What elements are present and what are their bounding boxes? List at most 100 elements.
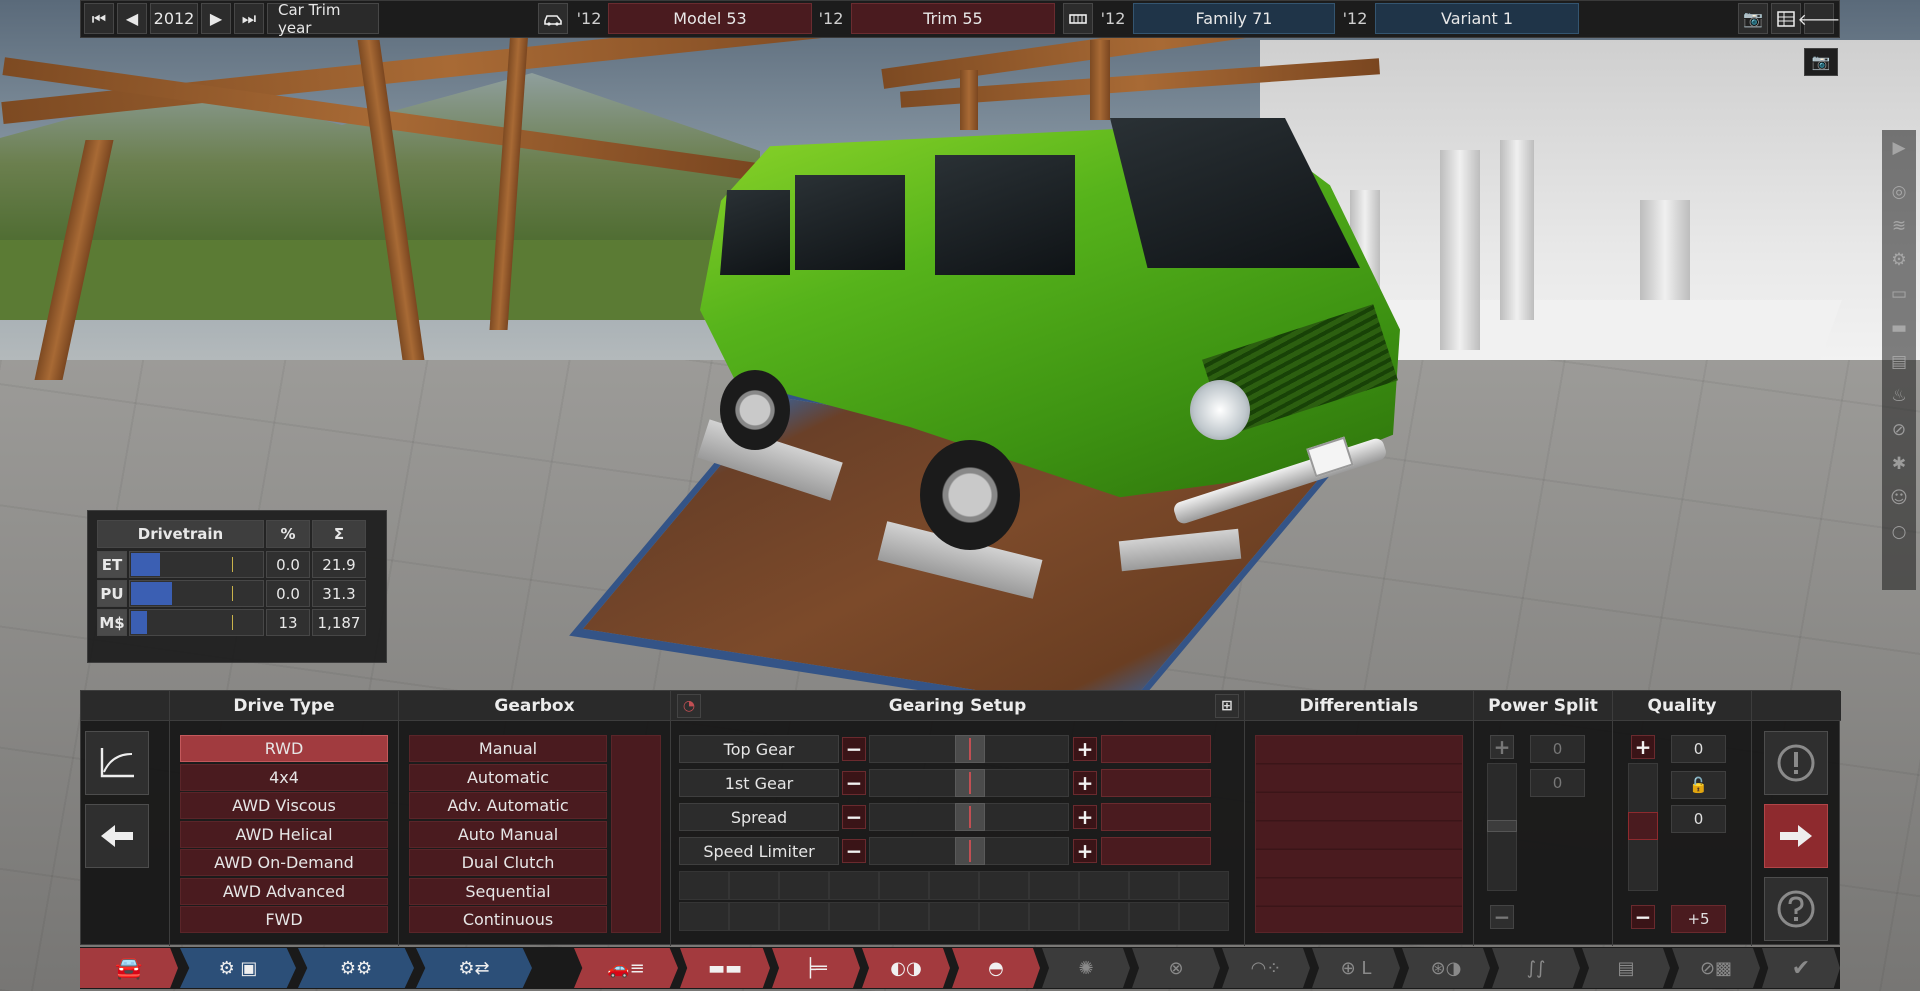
slider-handle[interactable] [955,837,985,865]
back-button[interactable]: 🡐 [1798,3,1840,34]
tab-testing[interactable]: ⊘▩ [1672,948,1760,988]
gearbox-title: Gearbox [399,691,670,721]
power-split-increase[interactable]: + [1490,735,1514,759]
slider-handle[interactable] [955,803,985,831]
settings-icon[interactable]: ✱ [1885,450,1913,478]
play-icon[interactable]: ▶ [1885,134,1913,162]
gauge-toggle-button[interactable]: ◔ [677,694,701,718]
decrease-button[interactable]: − [842,805,866,829]
slider-handle[interactable] [955,769,985,797]
tab-assists[interactable]: ⊛◑ [1402,948,1490,988]
first-year-button[interactable]: ⏮ [84,3,114,34]
next-step-button[interactable] [1764,804,1828,868]
decrease-button[interactable]: − [842,737,866,761]
next-year-button[interactable]: ▶ [201,3,231,34]
family-selector[interactable]: Family 71 [1133,3,1335,34]
tab-body-style[interactable]: ◐◑ [862,948,950,988]
gearbox-option[interactable]: Auto Manual [409,821,607,848]
gearbox-option[interactable]: Dual Clutch [409,849,607,876]
car-model-button[interactable] [538,3,568,34]
quality-increase[interactable]: + [1631,735,1655,759]
tab-brakes[interactable]: ⊗ [1132,948,1220,988]
slider-handle[interactable] [1628,812,1658,840]
tab-chassis[interactable]: ▬▬ [680,948,770,988]
photo-mode-button[interactable]: 📷 [1804,48,1838,76]
skip-forward-icon: ⏭ [241,8,257,28]
no-icon[interactable]: ⊘ [1885,416,1913,444]
chassis-icon[interactable]: ▭ [1885,280,1913,308]
model-selector[interactable]: Model 53 [608,3,812,34]
gearing-row-label: Speed Limiter [679,837,839,865]
graph-button[interactable] [85,731,149,795]
gear-ratio-cell [729,871,779,900]
wheel-icon[interactable]: ◎ [1885,178,1913,206]
prev-year-button[interactable]: ◀ [117,3,147,34]
warning-button[interactable] [1764,731,1828,795]
drive-type-option[interactable]: AWD On-Demand [180,849,388,876]
circle-icon[interactable]: ○ [1885,518,1913,546]
first-gear-slider[interactable] [869,769,1069,797]
power-split-slider[interactable] [1487,763,1517,891]
tab-fuel[interactable]: ∫∫ [1492,948,1580,988]
slider-handle[interactable] [955,735,985,763]
speed-limiter-value [1101,837,1211,865]
spread-slider[interactable] [869,803,1069,831]
increase-button[interactable]: + [1073,737,1097,761]
tab-finish[interactable]: ✔ [1762,948,1840,988]
previous-step-button[interactable] [85,804,149,868]
tab-engine-family[interactable]: ⚙ ▣ [180,948,296,988]
slider-handle[interactable] [1487,820,1517,832]
seat-icon[interactable]: ♨ [1885,382,1913,410]
drive-type-option[interactable]: AWD Viscous [180,792,388,819]
speed-limiter-slider[interactable] [869,837,1069,865]
spreadsheet-button[interactable] [1771,3,1801,34]
decrease-button[interactable]: − [842,771,866,795]
tab-wheels[interactable]: ✺ [1042,948,1130,988]
gearbox-option[interactable]: Automatic [409,764,607,791]
spring-icon[interactable]: ≋ [1885,212,1913,240]
tab-interior[interactable]: ⊕ L [1312,948,1400,988]
drive-type-option[interactable]: RWD [180,735,388,762]
gear-ratio-button[interactable]: ⊞ [1215,694,1239,718]
tab-drivetrain[interactable]: 🚗≡ [574,948,678,988]
screenshot-button[interactable]: 📷 [1738,3,1768,34]
decrease-button[interactable]: − [842,839,866,863]
gear-half-icon: ◓ [988,957,1004,979]
help-button[interactable] [1764,877,1828,941]
variant-selector[interactable]: Variant 1 [1375,3,1579,34]
drive-type-option[interactable]: 4x4 [180,764,388,791]
tab-stats[interactable]: ▤ [1582,948,1670,988]
increase-button[interactable]: + [1073,839,1097,863]
gearbox-option[interactable]: Manual [409,735,607,762]
engine-family-button[interactable] [1063,3,1093,34]
drive-type-option[interactable]: FWD [180,906,388,933]
increase-button[interactable]: + [1073,805,1097,829]
tab-fixtures[interactable]: ◓ [952,948,1040,988]
person-icon[interactable]: ☺ [1885,484,1913,512]
last-year-button[interactable]: ⏭ [234,3,264,34]
drive-type-option[interactable]: AWD Advanced [180,878,388,905]
designer-stage-nav: 🚘 ⚙ ▣ ⚙⚙ ⚙⇄ 🚗≡ ▬▬ ╞═ ◐◑ ◓ ✺ ⊗ ◠⁘ ⊕ L ⊛◑ … [80,947,1840,989]
right-controls [1752,691,1841,946]
tab-engine-tuning[interactable]: ⚙⇄ [416,948,532,988]
quality-lock-button[interactable]: 🔓 [1671,771,1726,799]
top-gear-slider[interactable] [869,735,1069,763]
quality-decrease[interactable]: − [1631,905,1655,929]
power-split-decrease[interactable]: − [1490,905,1514,929]
gearbox-option[interactable]: Sequential [409,878,607,905]
gear-ratio-cell [1129,871,1179,900]
stats-pct: 0.0 [266,580,310,607]
tab-aero[interactable]: ◠⁘ [1222,948,1310,988]
gearbox-option[interactable]: Continuous [409,906,607,933]
tab-engine-parts[interactable]: ⚙⚙ [298,948,414,988]
drive-type-option[interactable]: AWD Helical [180,821,388,848]
quality-slider[interactable] [1628,763,1658,891]
engine-icon[interactable]: ▤ [1885,348,1913,376]
trim-selector[interactable]: Trim 55 [851,3,1055,34]
gearbox-option[interactable]: Adv. Automatic [409,792,607,819]
tab-suspension[interactable]: ╞═ [772,948,860,988]
car-side-icon[interactable]: ▬ [1885,314,1913,342]
tab-car-body[interactable]: 🚘 [80,948,178,988]
gearbox-icon[interactable]: ⚙ [1885,246,1913,274]
increase-button[interactable]: + [1073,771,1097,795]
